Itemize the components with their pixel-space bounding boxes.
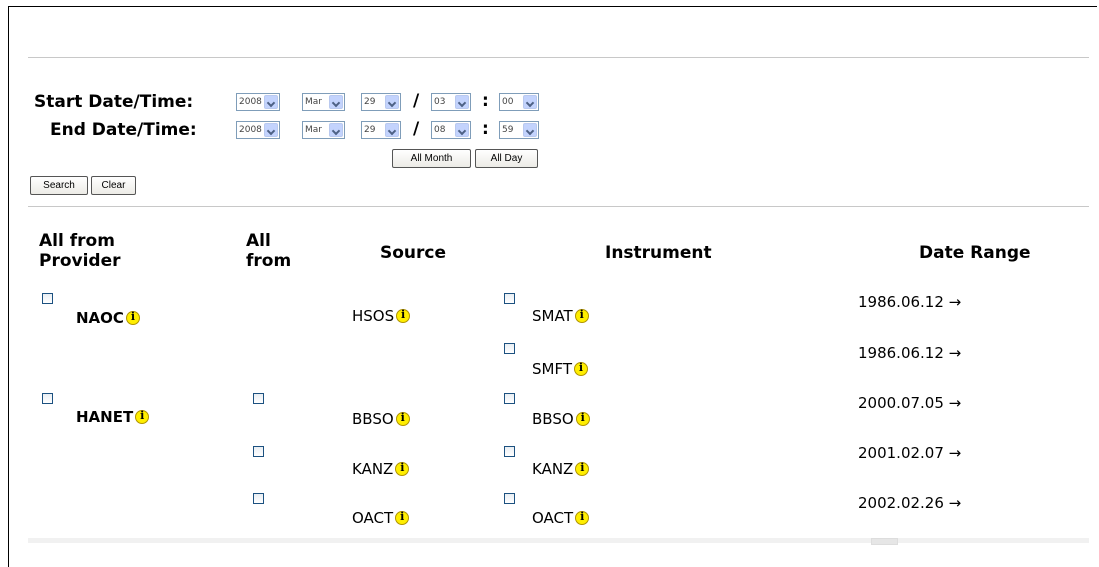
chevron-down-icon — [455, 123, 469, 137]
chevron-down-icon — [329, 123, 343, 137]
source-label: HSOS — [352, 307, 395, 325]
source-checkbox-bbso[interactable] — [253, 393, 264, 404]
instrument-checkbox-smft[interactable] — [504, 343, 515, 354]
chevron-down-icon — [329, 95, 343, 109]
source-bbso: BBSO — [352, 410, 410, 428]
instrument-checkbox-bbso[interactable] — [504, 393, 515, 404]
info-icon[interactable] — [395, 411, 410, 426]
end-month-value: Mar — [305, 125, 322, 135]
instrument-bbso: BBSO — [532, 410, 590, 428]
hour-minute-separator: : — [482, 91, 489, 111]
provider-hanet: HANET — [76, 408, 150, 426]
instrument-label: SMFT — [532, 360, 572, 378]
page-frame — [8, 6, 1097, 567]
info-icon[interactable] — [575, 510, 590, 525]
end-minute-select[interactable]: 59 — [499, 121, 539, 139]
date-range-smat: 1986.06.12 → — [858, 293, 962, 311]
form-divider — [28, 206, 1089, 207]
instrument-label: OACT — [532, 509, 574, 527]
source-label: OACT — [352, 509, 394, 527]
chevron-down-icon — [264, 123, 278, 137]
provider-label: NAOC — [76, 309, 124, 327]
instrument-checkbox-oact[interactable] — [504, 493, 515, 504]
header-all-from: All from — [246, 231, 292, 271]
provider-checkbox-hanet[interactable] — [42, 393, 53, 404]
header-all-from-provider: All from Provider — [39, 231, 121, 271]
end-day-select[interactable]: 29 — [361, 121, 401, 139]
chevron-down-icon — [523, 95, 537, 109]
date-range-oact: 2002.02.26 → — [858, 494, 962, 512]
date-time-separator: / — [413, 91, 420, 111]
start-hour-value: 03 — [434, 97, 446, 107]
info-icon[interactable] — [395, 461, 410, 476]
end-datetime-label: End Date/Time: — [50, 120, 197, 140]
date-range-bbso: 2000.07.05 → — [858, 394, 962, 412]
instrument-checkbox-smat[interactable] — [504, 293, 515, 304]
start-datetime-label: Start Date/Time: — [34, 92, 194, 112]
end-hour-select[interactable]: 08 — [431, 121, 471, 139]
all-day-button[interactable]: All Day — [475, 149, 538, 168]
instrument-smat: SMAT — [532, 307, 589, 325]
start-hour-select[interactable]: 03 — [431, 93, 471, 111]
date-range-kanz: 2001.02.07 → — [858, 444, 962, 462]
end-month-select[interactable]: Mar — [302, 121, 345, 139]
info-icon[interactable] — [125, 310, 140, 325]
instrument-label: BBSO — [532, 410, 574, 428]
source-oact: OACT — [352, 509, 410, 527]
source-checkbox-oact[interactable] — [253, 493, 264, 504]
start-day-select[interactable]: 29 — [361, 93, 401, 111]
start-minute-select[interactable]: 00 — [499, 93, 539, 111]
info-icon[interactable] — [575, 411, 590, 426]
partial-checkbox[interactable] — [871, 538, 898, 545]
start-year-select[interactable]: 2008 — [236, 93, 280, 111]
start-day-value: 29 — [364, 97, 376, 107]
chevron-down-icon — [523, 123, 537, 137]
start-month-value: Mar — [305, 97, 322, 107]
hour-minute-separator: : — [482, 119, 489, 139]
info-icon[interactable] — [396, 308, 411, 323]
start-minute-value: 00 — [502, 97, 514, 107]
info-icon[interactable] — [395, 510, 410, 525]
instrument-smft: SMFT — [532, 360, 588, 378]
end-year-select[interactable]: 2008 — [236, 121, 280, 139]
all-month-button[interactable]: All Month — [392, 149, 471, 168]
source-label: KANZ — [352, 460, 394, 478]
clear-button[interactable]: Clear — [91, 176, 136, 195]
bottom-divider — [28, 538, 1089, 543]
date-time-separator: / — [413, 119, 420, 139]
instrument-label: KANZ — [532, 460, 574, 478]
date-range-smft: 1986.06.12 → — [858, 344, 962, 362]
info-icon[interactable] — [135, 409, 150, 424]
instrument-kanz: KANZ — [532, 460, 590, 478]
source-checkbox-kanz[interactable] — [253, 446, 264, 457]
instrument-checkbox-kanz[interactable] — [504, 446, 515, 457]
end-day-value: 29 — [364, 125, 376, 135]
search-button[interactable]: Search — [30, 176, 88, 195]
chevron-down-icon — [385, 95, 399, 109]
info-icon[interactable] — [575, 461, 590, 476]
start-year-value: 2008 — [239, 97, 262, 107]
header-source: Source — [380, 243, 447, 263]
instrument-label: SMAT — [532, 307, 573, 325]
chevron-down-icon — [455, 95, 469, 109]
end-year-value: 2008 — [239, 125, 262, 135]
page-title-clipped — [506, 38, 626, 44]
instrument-oact: OACT — [532, 509, 590, 527]
provider-naoc: NAOC — [76, 309, 140, 327]
provider-label: HANET — [76, 408, 134, 426]
info-icon[interactable] — [574, 361, 588, 376]
header-instrument: Instrument — [605, 243, 712, 263]
end-hour-value: 08 — [434, 125, 446, 135]
info-icon[interactable] — [574, 308, 589, 323]
source-hsos: HSOS — [352, 307, 411, 325]
provider-checkbox-naoc[interactable] — [42, 293, 53, 304]
source-label: BBSO — [352, 410, 394, 428]
end-minute-value: 59 — [502, 125, 514, 135]
chevron-down-icon — [264, 95, 278, 109]
header-date-range: Date Range — [919, 243, 1031, 263]
chevron-down-icon — [385, 123, 399, 137]
top-divider — [28, 57, 1089, 58]
source-kanz: KANZ — [352, 460, 410, 478]
start-month-select[interactable]: Mar — [302, 93, 345, 111]
